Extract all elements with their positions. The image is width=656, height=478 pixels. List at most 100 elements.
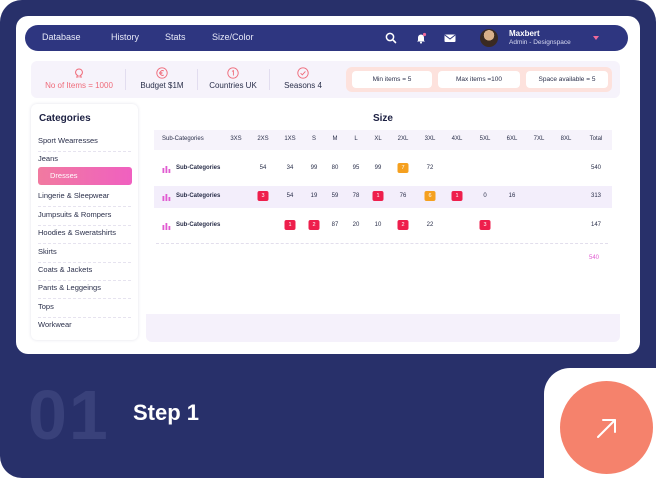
table-cell: 16 [508,193,516,199]
row-label: Sub-Categories [176,165,221,171]
top-nav: Database History Stats Size/Color Maxber… [25,25,628,51]
stat-seasons: Seasons 4 [275,61,331,98]
euro-icon [156,67,168,79]
table-cell: 80 [331,165,339,171]
stat-divider [269,69,270,90]
sidebar-item-skirts[interactable]: Skirts [38,245,131,263]
table-cell: 54 [286,193,294,199]
stat-budget-label: Budget $1M [140,81,184,90]
table-cell: 10 [374,222,382,228]
table-cell: 76 [399,193,407,199]
stat-items-label: No of Items = 1000 [45,81,113,90]
table-row[interactable]: Sub-Categories 54 34 99 80 95 99 7 72 540 [154,158,612,180]
table-divider [156,243,608,244]
sidebar-item-dresses[interactable]: Dresses [38,167,132,185]
stat-budget: Budget $1M [131,61,193,98]
sidebar-item-lingerie-sleepwear[interactable]: Lingerie & Sleepwear [38,189,131,207]
stat-items: No of Items = 1000 [39,61,119,98]
bar-chart-icon [162,223,171,230]
count-badge[interactable]: 6 [424,191,436,201]
column-header-3xs: 3XS [230,136,242,142]
count-badge[interactable]: 2 [397,220,409,230]
column-header-l: L [354,136,358,142]
stat-divider [197,69,198,90]
row-total: 540 [590,165,602,171]
table-cell: 95 [352,165,360,171]
bar-chart-icon [162,166,171,173]
row-label: Sub-Categories [176,193,221,199]
count-badge[interactable]: 2 [308,220,320,230]
user-role: Admin - Designspace [509,39,571,46]
column-header-xl: XL [374,136,382,142]
number-icon [227,67,239,79]
stat-countries-label: Countries UK [209,81,257,90]
count-badge[interactable]: 3 [257,191,269,201]
sidebar-item-coats-jackets[interactable]: Coats & Jackets [38,263,131,281]
sidebar-item-pants-leggings[interactable]: Pants & Leggeings [38,281,131,299]
column-header-2xs: 2XS [257,136,269,142]
nav-item-stats[interactable]: Stats [165,32,186,42]
row-label: Sub-Categories [176,222,221,228]
search-icon[interactable] [384,31,398,45]
row-total: 147 [590,222,602,228]
limit-space-available: Space available = 5 [526,71,608,88]
avatar[interactable] [480,29,498,47]
step-number: 01 [28,376,110,454]
column-header-5xl: 5XL [479,136,491,142]
arrow-up-right-icon [597,419,616,438]
sidebar-item-tops[interactable]: Tops [38,300,131,318]
omega-icon [75,68,83,78]
table-cell: 78 [352,193,360,199]
sidebar-item-jumpsuits-rompers[interactable]: Jumpsuits & Rompers [38,208,131,226]
column-header-6xl: 6XL [506,136,518,142]
limits-panel: Min items = 5 Max items =100 Space avail… [346,67,612,92]
column-header-3xl: 3XL [424,136,436,142]
nav-item-history[interactable]: History [111,32,139,42]
chevron-down-icon[interactable] [593,36,599,40]
table-row[interactable]: Sub-Categories 3 54 19 59 78 1 76 6 1 0 16 313 [154,186,612,208]
column-header-m: M [332,136,338,142]
sidebar-title: Categories [39,113,91,124]
column-header-1xs: 1XS [284,136,296,142]
table-cell: 87 [331,222,339,228]
column-header-7xl: 7XL [533,136,545,142]
bell-icon[interactable] [414,31,428,45]
sidebar-item-hoodies-sweatshirts[interactable]: Hoodies & Sweratshirts [38,226,131,244]
next-step-button[interactable] [560,381,653,474]
column-header-total: Total [589,136,603,142]
count-badge[interactable]: 3 [479,220,491,230]
count-badge[interactable]: 1 [451,191,463,201]
column-header-2xl: 2XL [397,136,409,142]
size-table-title: Size [372,113,393,124]
count-badge[interactable]: 1 [284,220,296,230]
app-frame: Database History Stats Size/Color Maxber… [0,0,656,478]
stat-countries: Countries UK [203,61,263,98]
table-cell: 99 [310,165,318,171]
check-badge-icon [297,67,309,79]
sidebar-item-sport-wearresses[interactable]: Sport Wearresses [38,134,131,152]
table-cell: 54 [259,165,267,171]
column-header-8xl: 8XL [560,136,572,142]
grand-total: 540 [589,255,600,261]
user-name: Maxbert [509,29,540,38]
bar-chart-icon [162,194,171,201]
limit-max-items: Max items =100 [438,71,520,88]
stat-divider [125,69,126,90]
table-cell: 22 [426,222,434,228]
step-label: Step 1 [133,400,200,425]
table-cell: 99 [374,165,382,171]
table-row[interactable]: Sub-Categories 1 2 87 20 10 2 22 3 147 [154,215,612,237]
nav-item-database[interactable]: Database [42,32,81,42]
table-header-row: Sub-Categories 3XS 2XS 1XS S M L XL 2XL 3XL 4XL 5XL… [154,130,612,150]
nav-item-size-color[interactable]: Size/Color [212,32,254,42]
row-total: 313 [590,193,602,199]
stat-seasons-label: Seasons 4 [284,81,322,90]
column-header-subcategories: Sub-Categories [162,136,204,142]
mail-icon[interactable] [443,31,457,45]
count-badge[interactable]: 7 [397,163,409,173]
table-cell: 72 [426,165,434,171]
count-badge[interactable]: 1 [372,191,384,201]
categories-sidebar: Categories Sport Wearresses Jeans Dresse… [31,104,138,340]
sidebar-item-workwear[interactable]: Workwear [38,318,131,336]
table-cell: 19 [310,193,318,199]
